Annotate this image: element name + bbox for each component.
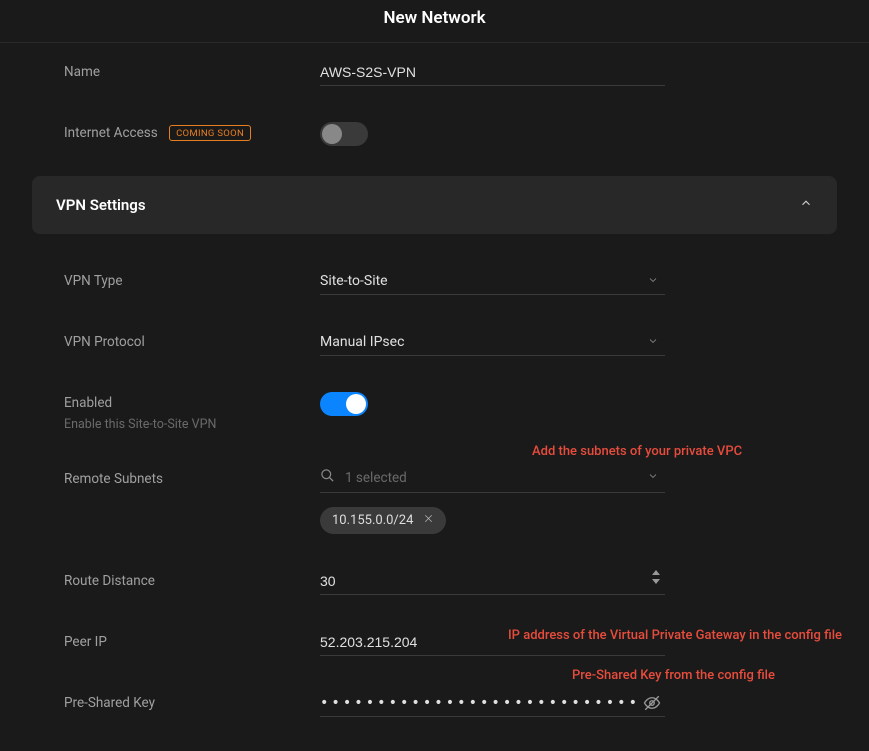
subnet-chip: 10.155.0.0/24: [320, 507, 446, 534]
remote-subnets-label: Remote Subnets: [64, 468, 320, 487]
row-vpn-protocol: VPN Protocol Manual IPsec: [64, 313, 805, 374]
page-title: New Network: [0, 8, 869, 28]
row-psk: Pre-Shared Key Pre-Shared Key from the c…: [64, 674, 805, 735]
enabled-toggle[interactable]: [320, 392, 368, 416]
eye-hidden-icon[interactable]: [643, 694, 661, 716]
vpn-settings-header[interactable]: VPN Settings: [32, 176, 837, 234]
peer-ip-label: Peer IP: [64, 631, 320, 650]
annotation-psk: Pre-Shared Key from the config file: [572, 668, 775, 683]
psk-input[interactable]: [320, 692, 665, 717]
section-title: VPN Settings: [56, 196, 146, 214]
chevron-up-icon: [799, 196, 813, 214]
internet-access-label: Internet Access COMING SOON: [64, 122, 320, 141]
row-route-distance: Route Distance: [64, 552, 805, 613]
row-remote-subnets: Remote Subnets Add the subnets of your p…: [64, 450, 805, 552]
chip-remove-icon[interactable]: [423, 513, 434, 528]
chip-label: 10.155.0.0/24: [332, 513, 413, 528]
toggle-knob: [322, 124, 342, 144]
vpn-type-select[interactable]: Site-to-Site: [320, 270, 665, 295]
subnets-placeholder: 1 selected: [345, 470, 665, 486]
internet-access-text: Internet Access: [64, 125, 158, 141]
name-input[interactable]: [320, 61, 665, 86]
annotation-peer-ip: IP address of the Virtual Private Gatewa…: [508, 628, 842, 643]
search-icon: [320, 468, 335, 487]
page-header: New Network: [0, 0, 869, 43]
vpn-type-label: VPN Type: [64, 270, 320, 289]
row-name: Name: [64, 43, 805, 104]
vpn-protocol-label: VPN Protocol: [64, 331, 320, 350]
route-distance-label: Route Distance: [64, 570, 320, 589]
internet-access-toggle[interactable]: [320, 122, 368, 146]
vpn-protocol-select[interactable]: Manual IPsec: [320, 331, 665, 356]
enabled-text: Enabled: [64, 395, 112, 411]
row-enabled: Enabled Enable this Site-to-Site VPN: [64, 374, 805, 450]
psk-label: Pre-Shared Key: [64, 692, 320, 711]
enabled-subtext: Enable this Site-to-Site VPN: [64, 417, 320, 432]
enabled-label: Enabled Enable this Site-to-Site VPN: [64, 392, 320, 432]
annotation-subnets: Add the subnets of your private VPC: [532, 444, 742, 459]
row-vpn-type: VPN Type Site-to-Site: [64, 252, 805, 313]
name-label: Name: [64, 61, 320, 80]
route-distance-input[interactable]: [320, 570, 665, 595]
remote-subnets-select[interactable]: 1 selected: [320, 468, 665, 493]
chip-container: 10.155.0.0/24: [320, 507, 805, 534]
coming-soon-badge: COMING SOON: [169, 125, 251, 141]
row-peer-ip: Peer IP IP address of the Virtual Privat…: [64, 613, 805, 674]
toggle-knob: [346, 394, 366, 414]
row-internet-access: Internet Access COMING SOON: [64, 104, 805, 164]
